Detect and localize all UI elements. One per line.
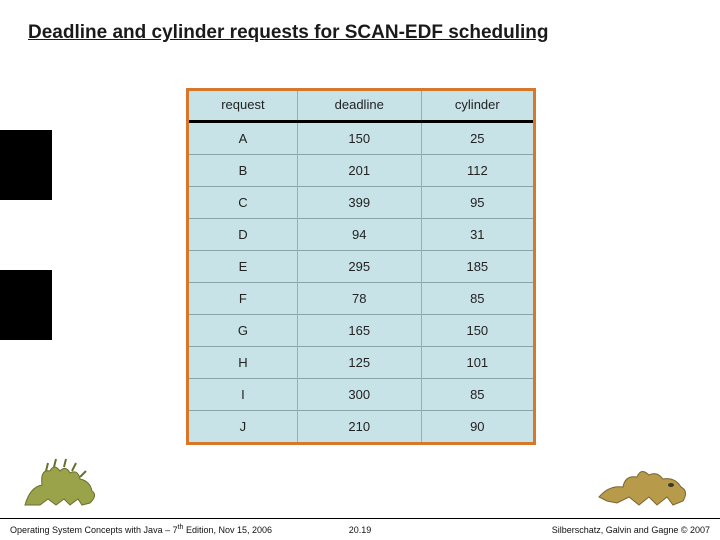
table-row: E295185 bbox=[189, 251, 533, 283]
dinosaur-right-icon bbox=[595, 457, 690, 512]
table-row: H125101 bbox=[189, 347, 533, 379]
table-cell: 95 bbox=[421, 187, 533, 219]
footer-right-a: Silberschatz, Galvin and Gagne bbox=[552, 525, 681, 535]
footer-right: Silberschatz, Galvin and Gagne © 2007 bbox=[552, 525, 710, 535]
footer-page-number: 20.19 bbox=[349, 525, 372, 535]
table-row: I30085 bbox=[189, 379, 533, 411]
page-title: Deadline and cylinder requests for SCAN-… bbox=[28, 22, 549, 44]
table-cell: I bbox=[189, 379, 297, 411]
table-cell: 31 bbox=[421, 219, 533, 251]
table-cell: B bbox=[189, 155, 297, 187]
table-cell: 85 bbox=[421, 379, 533, 411]
left-accent-bar-bottom bbox=[0, 270, 52, 340]
requests-table-frame: request deadline cylinder A15025B201112C… bbox=[186, 88, 536, 445]
table-cell: 150 bbox=[297, 123, 421, 155]
requests-table: request deadline cylinder A15025B201112C… bbox=[189, 91, 533, 442]
table-cell: 201 bbox=[297, 155, 421, 187]
table-cell: C bbox=[189, 187, 297, 219]
table-cell: 185 bbox=[421, 251, 533, 283]
table-row: J21090 bbox=[189, 411, 533, 443]
table-header-row: request deadline cylinder bbox=[189, 91, 533, 121]
table-cell: 165 bbox=[297, 315, 421, 347]
table-cell: 112 bbox=[421, 155, 533, 187]
table-cell: D bbox=[189, 219, 297, 251]
table-row: A15025 bbox=[189, 123, 533, 155]
table-cell: 101 bbox=[421, 347, 533, 379]
table-cell: 150 bbox=[421, 315, 533, 347]
slide-footer: Operating System Concepts with Java – 7t… bbox=[0, 518, 720, 540]
col-cylinder: cylinder bbox=[421, 91, 533, 121]
footer-left-a: Operating System Concepts with Java – 7 bbox=[10, 525, 178, 535]
table-cell: E bbox=[189, 251, 297, 283]
table-cell: 90 bbox=[421, 411, 533, 443]
table-row: G165150 bbox=[189, 315, 533, 347]
table-cell: 210 bbox=[297, 411, 421, 443]
table-cell: F bbox=[189, 283, 297, 315]
table-row: F7885 bbox=[189, 283, 533, 315]
table-row: B201112 bbox=[189, 155, 533, 187]
dinosaur-left-icon bbox=[20, 457, 100, 512]
col-request: request bbox=[189, 91, 297, 121]
table-cell: 85 bbox=[421, 283, 533, 315]
table-cell: 78 bbox=[297, 283, 421, 315]
table-cell: 300 bbox=[297, 379, 421, 411]
table-row: C39995 bbox=[189, 187, 533, 219]
table-cell: 295 bbox=[297, 251, 421, 283]
left-accent-bar-top bbox=[0, 130, 52, 200]
footer-left: Operating System Concepts with Java – 7t… bbox=[10, 524, 272, 535]
col-deadline: deadline bbox=[297, 91, 421, 121]
table-cell: 25 bbox=[421, 123, 533, 155]
table-cell: H bbox=[189, 347, 297, 379]
table-cell: J bbox=[189, 411, 297, 443]
table-cell: G bbox=[189, 315, 297, 347]
table-row: D9431 bbox=[189, 219, 533, 251]
table-cell: 399 bbox=[297, 187, 421, 219]
table-cell: 125 bbox=[297, 347, 421, 379]
footer-copyright: © 2007 bbox=[681, 525, 710, 535]
footer-left-b: Edition, Nov 15, 2006 bbox=[183, 525, 272, 535]
table-cell: A bbox=[189, 123, 297, 155]
table-cell: 94 bbox=[297, 219, 421, 251]
